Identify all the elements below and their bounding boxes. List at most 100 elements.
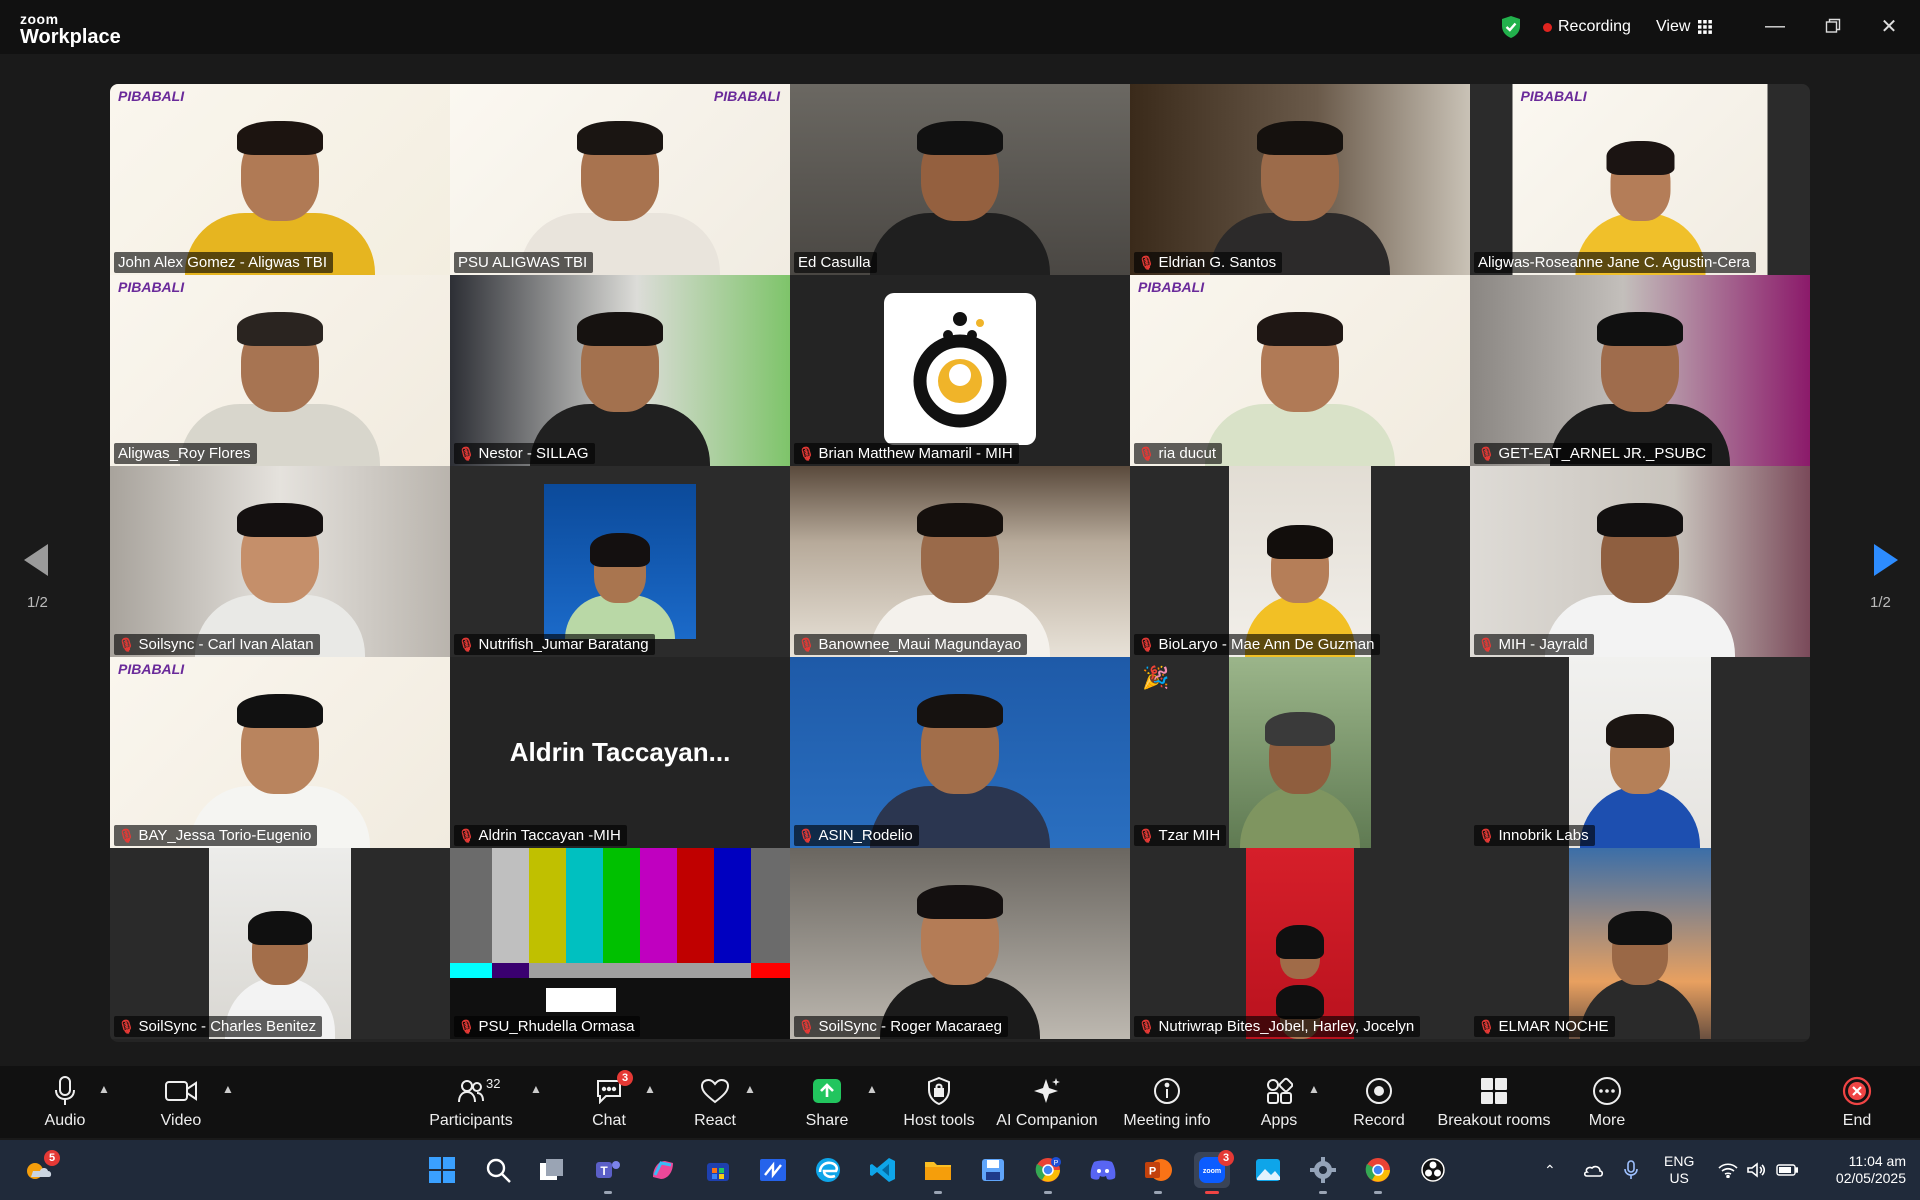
microphone-tray-icon[interactable] bbox=[1624, 1140, 1638, 1200]
restore-icon[interactable] bbox=[1810, 10, 1856, 42]
color-bars-icon bbox=[450, 848, 790, 1039]
react-options-chevron-icon[interactable]: ▲ bbox=[744, 1082, 756, 1096]
breakout-rooms-button[interactable]: Breakout rooms bbox=[1424, 1074, 1564, 1130]
participant-tile[interactable]: PIBABALI 🎙︎ BAY_Jessa Torio-Eugenio bbox=[110, 657, 450, 848]
participant-tile[interactable]: 🎙︎ ASIN_Rodelio bbox=[790, 657, 1130, 848]
participants-options-chevron-icon[interactable]: ▲ bbox=[530, 1082, 542, 1096]
participant-name: 🎙︎ SoilSync - Roger Macaraeg bbox=[794, 1016, 1008, 1037]
encryption-shield-icon[interactable] bbox=[1500, 14, 1522, 40]
share-options-chevron-icon[interactable]: ▲ bbox=[866, 1082, 878, 1096]
minimize-icon[interactable]: — bbox=[1752, 10, 1798, 42]
participant-name: PSU ALIGWAS TBI bbox=[454, 252, 594, 273]
participant-tile-active-speaker[interactable]: PIBABALI PSU ALIGWAS TBI bbox=[450, 84, 790, 275]
clock[interactable]: 11:04 am 02/05/2025 bbox=[1818, 1140, 1906, 1200]
video-gallery: PIBABALI John Alex Gomez - Aligwas TBI P… bbox=[110, 84, 1810, 1042]
mic-muted-icon: 🎙︎ bbox=[118, 636, 135, 652]
video-options-chevron-icon[interactable]: ▲ bbox=[222, 1082, 234, 1096]
apps-icon bbox=[1265, 1074, 1293, 1108]
discord-icon[interactable] bbox=[1085, 1152, 1121, 1188]
teams-icon[interactable]: T bbox=[590, 1152, 626, 1194]
company-logo-icon bbox=[913, 312, 1007, 428]
participants-button[interactable]: 32 Participants bbox=[416, 1074, 526, 1130]
onedrive-icon[interactable] bbox=[1582, 1140, 1604, 1200]
next-page-icon[interactable] bbox=[1866, 540, 1906, 580]
show-hidden-icons-chevron-icon[interactable]: ⌃ bbox=[1544, 1140, 1556, 1200]
participant-name: Ed Casulla bbox=[794, 252, 877, 273]
task-view-icon[interactable] bbox=[534, 1152, 570, 1188]
file-explorer-icon[interactable] bbox=[920, 1152, 956, 1194]
vscode-icon[interactable] bbox=[865, 1152, 901, 1188]
participant-tile[interactable]: 🎙︎ GET-EAT_ARNEL JR._PSUBC bbox=[1470, 275, 1810, 466]
ai-companion-button[interactable]: AI Companion bbox=[992, 1074, 1102, 1130]
settings-icon[interactable] bbox=[1305, 1152, 1341, 1194]
mic-muted-icon: 🎙︎ bbox=[1138, 1018, 1155, 1034]
participant-tile[interactable]: 🎙︎ Innobrik Labs bbox=[1470, 657, 1810, 848]
mic-muted-icon: 🎙︎ bbox=[798, 1018, 815, 1034]
view-button[interactable]: View bbox=[1656, 14, 1713, 40]
participant-tile[interactable]: 🎙︎ MIH - Jayrald bbox=[1470, 466, 1810, 657]
clock-date: 02/05/2025 bbox=[1835, 1170, 1906, 1186]
apps-options-chevron-icon[interactable]: ▲ bbox=[1308, 1082, 1320, 1096]
video-feed bbox=[544, 484, 696, 639]
participant-tile[interactable]: PIBABALI 🎙︎ ria ducut bbox=[1130, 275, 1470, 466]
save-app-icon[interactable] bbox=[975, 1152, 1011, 1188]
participant-tile[interactable]: 🎙︎ Nestor - SILLAG bbox=[450, 275, 790, 466]
close-icon[interactable]: ✕ bbox=[1866, 10, 1912, 42]
video-button[interactable]: Video bbox=[126, 1074, 236, 1130]
recording-indicator[interactable]: Recording bbox=[1543, 14, 1631, 40]
participant-tile[interactable]: 🎙︎ SoilSync - Roger Macaraeg bbox=[790, 848, 1130, 1039]
meeting-toolbar: Audio ▲ Video ▲ 32 Participants ▲ 3 Chat… bbox=[0, 1066, 1920, 1138]
edge-icon[interactable] bbox=[810, 1152, 846, 1188]
photos-icon[interactable] bbox=[1250, 1152, 1286, 1188]
weather-widget-icon[interactable]: 5 bbox=[20, 1150, 60, 1188]
participant-tile[interactable]: Aldrin Taccayan... 🎙︎ Aldrin Taccayan -MI… bbox=[450, 657, 790, 848]
participant-tile[interactable]: PIBABALI Aligwas-Roseanne Jane C. Agusti… bbox=[1470, 84, 1810, 275]
participant-name: 🎙︎ MIH - Jayrald bbox=[1474, 634, 1594, 655]
zoom-icon[interactable]: zoom 3 bbox=[1194, 1150, 1234, 1194]
participant-name: 🎙︎ GET-EAT_ARNEL JR._PSUBC bbox=[1474, 443, 1713, 464]
search-icon[interactable] bbox=[480, 1152, 516, 1188]
participant-tile[interactable]: 🎙︎ PSU_Rhudella Ormasa bbox=[450, 848, 790, 1039]
previous-page-icon[interactable] bbox=[16, 540, 56, 580]
participant-tile[interactable]: PIBABALI Aligwas_Roy Flores bbox=[110, 275, 450, 466]
host-tools-button[interactable]: Host tools bbox=[884, 1074, 994, 1130]
participant-tile[interactable]: 🎙︎ Banownee_Maui Magundayao bbox=[790, 466, 1130, 657]
participant-tile[interactable]: 🎙︎ ELMAR NOCHE bbox=[1470, 848, 1810, 1039]
battery-icon[interactable] bbox=[1776, 1140, 1798, 1200]
video-feed: PIBABALI bbox=[450, 84, 790, 275]
volume-icon[interactable] bbox=[1746, 1140, 1766, 1200]
powerpoint-icon[interactable]: P bbox=[1140, 1152, 1176, 1194]
more-button[interactable]: More bbox=[1552, 1074, 1662, 1130]
participant-tile[interactable]: 🎙︎ Nutriwrap Bites_Jobel, Harley, Jocelyn bbox=[1130, 848, 1470, 1039]
chrome-icon[interactable] bbox=[1360, 1152, 1396, 1194]
copilot-icon[interactable] bbox=[645, 1152, 681, 1188]
recording-dot-icon bbox=[1543, 22, 1552, 32]
chrome-profile-icon[interactable]: P bbox=[1030, 1152, 1066, 1194]
participant-tile[interactable]: 🎙︎ Nutrifish_Jumar Baratang bbox=[450, 466, 790, 657]
chat-options-chevron-icon[interactable]: ▲ bbox=[644, 1082, 656, 1096]
heart-icon bbox=[700, 1074, 730, 1108]
profile-logo bbox=[884, 293, 1036, 445]
meeting-info-button[interactable]: Meeting info bbox=[1112, 1074, 1222, 1130]
video-feed bbox=[1470, 466, 1810, 657]
chat-badge: 3 bbox=[617, 1070, 633, 1086]
participant-tile[interactable]: 🎙︎ BioLaryo - Mae Ann De Guzman bbox=[1130, 466, 1470, 657]
participant-name: Aligwas-Roseanne Jane C. Agustin-Cera bbox=[1474, 252, 1756, 273]
audio-options-chevron-icon[interactable]: ▲ bbox=[98, 1082, 110, 1096]
record-button[interactable]: Record bbox=[1324, 1074, 1434, 1130]
start-icon[interactable] bbox=[424, 1152, 460, 1188]
event-banner: PIBABALI bbox=[118, 88, 185, 104]
store-icon[interactable] bbox=[700, 1152, 736, 1188]
participant-tile[interactable]: 🎙︎ Eldrian G. Santos bbox=[1130, 84, 1470, 275]
participant-tile[interactable]: 🎉 🎙︎ Tzar MIH bbox=[1130, 657, 1470, 848]
participant-tile[interactable]: PIBABALI John Alex Gomez - Aligwas TBI bbox=[110, 84, 450, 275]
participant-tile[interactable]: 🎙︎ Brian Matthew Mamaril - MIH bbox=[790, 275, 1130, 466]
whiteboard-icon[interactable] bbox=[755, 1152, 791, 1188]
language-indicator[interactable]: ENG US bbox=[1664, 1140, 1694, 1200]
participant-tile[interactable]: 🎙︎ SoilSync - Charles Benitez bbox=[110, 848, 450, 1039]
participant-tile[interactable]: Ed Casulla bbox=[790, 84, 1130, 275]
wifi-icon[interactable] bbox=[1718, 1140, 1738, 1200]
obs-icon[interactable] bbox=[1415, 1152, 1451, 1188]
participant-tile[interactable]: 🎙︎ Soilsync - Carl Ivan Alatan bbox=[110, 466, 450, 657]
end-button[interactable]: End bbox=[1802, 1074, 1912, 1130]
